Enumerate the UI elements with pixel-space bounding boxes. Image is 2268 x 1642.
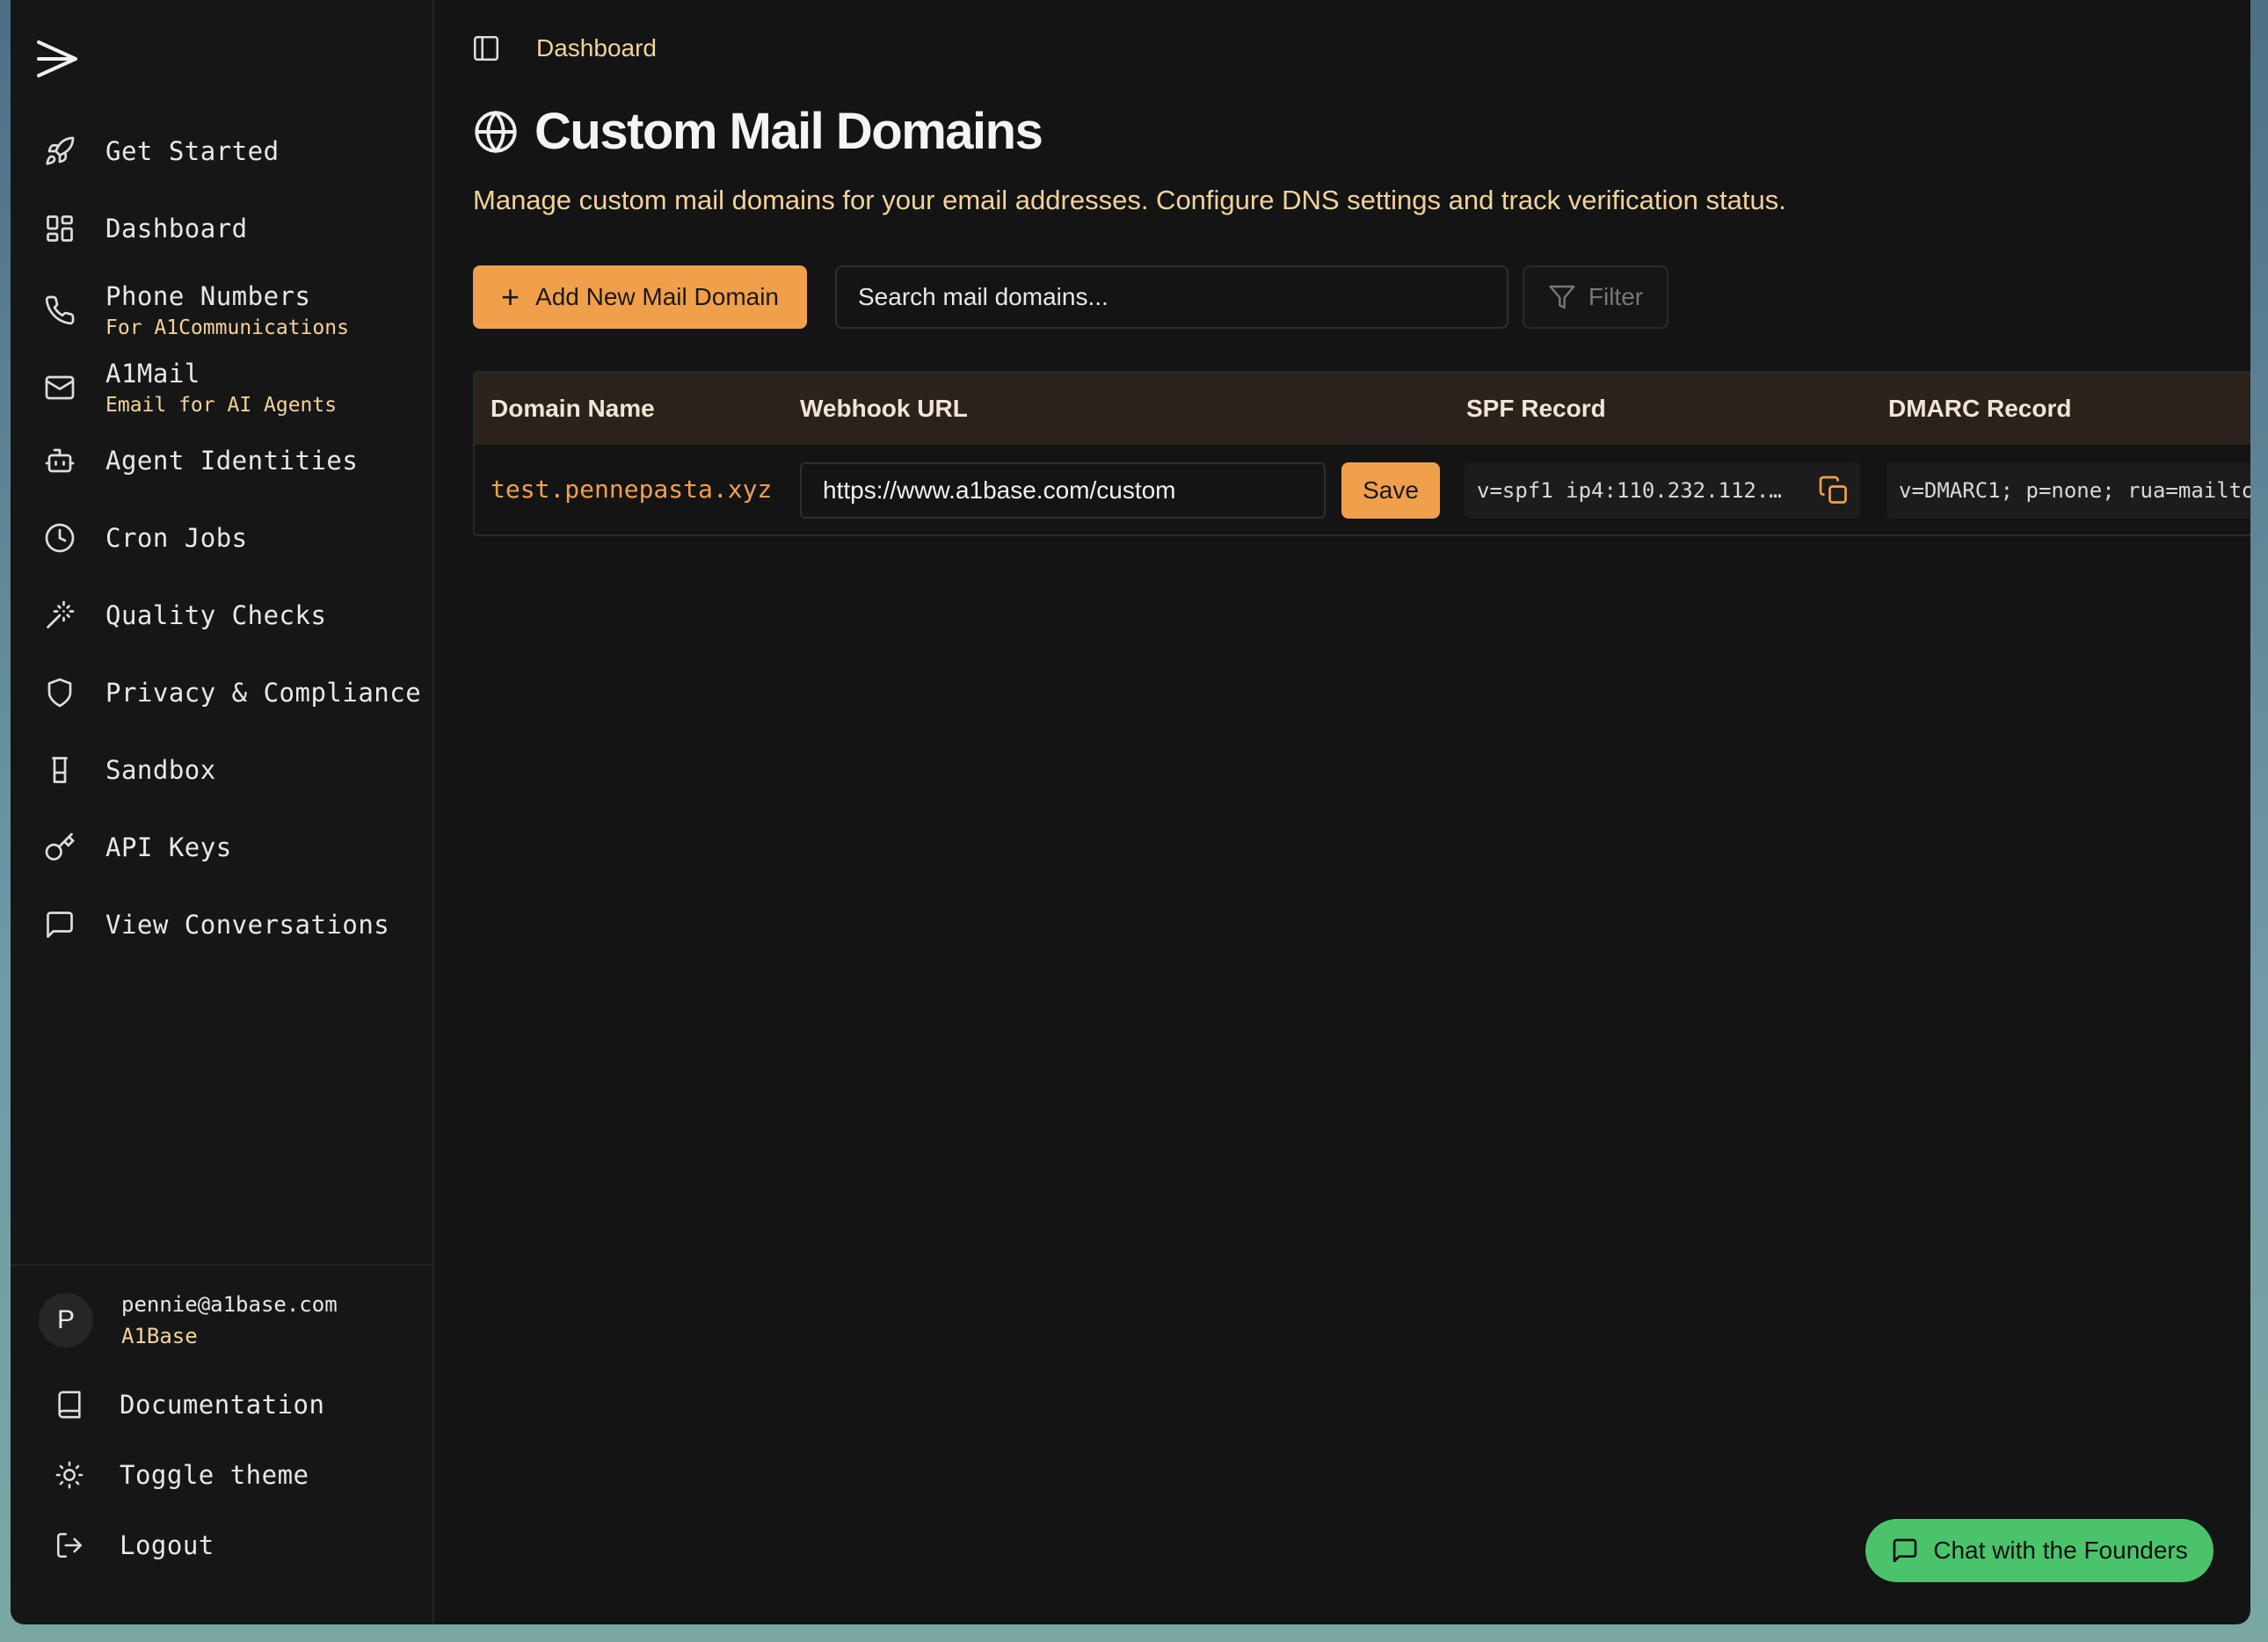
- domain-name-link[interactable]: test.pennepasta.xyz: [491, 475, 772, 504]
- clock-icon: [44, 522, 76, 554]
- sidebar-item-agent-identities[interactable]: Agent Identities: [44, 434, 413, 487]
- beaker-icon: [44, 754, 76, 786]
- toolbar: + Add New Mail Domain Filter: [473, 265, 1668, 329]
- sidebar-item-a1mail[interactable]: A1Mail Email for AI Agents: [44, 357, 413, 418]
- breadcrumb[interactable]: Dashboard: [536, 34, 657, 62]
- sidebar-item-sandbox[interactable]: Sandbox: [44, 744, 413, 796]
- sidebar-item-sublabel: Email for AI Agents: [105, 394, 338, 417]
- add-mail-domain-label: Add New Mail Domain: [535, 283, 780, 310]
- sidebar-item-label: View Conversations: [105, 910, 390, 940]
- sidebar-item-get-started[interactable]: Get Started: [44, 125, 413, 178]
- mail-icon: [44, 372, 76, 403]
- sidebar-item-label: Quality Checks: [105, 600, 327, 630]
- chat-label: Chat with the Founders: [1933, 1537, 2188, 1564]
- plus-icon: +: [500, 279, 520, 315]
- toggle-theme-label: Toggle theme: [120, 1460, 309, 1490]
- page-title: Custom Mail Domains: [534, 103, 1043, 160]
- magic-wand-icon: [44, 599, 76, 631]
- toggle-theme-button[interactable]: Toggle theme: [55, 1449, 406, 1501]
- sidebar-item-privacy-compliance[interactable]: Privacy & Compliance: [44, 666, 421, 719]
- book-icon: [55, 1390, 84, 1420]
- sidebar-item-label: Dashboard: [105, 214, 248, 243]
- column-header-dmarc[interactable]: DMARC Record: [1888, 373, 2071, 445]
- page-subtitle: Manage custom mail domains for your emai…: [473, 185, 1786, 215]
- spf-record-value: v=spf1 ip4:110.232.112.…: [1477, 478, 1782, 503]
- logout-label: Logout: [120, 1530, 214, 1560]
- sidebar-item-phone-numbers[interactable]: Phone Numbers For A1Communications: [44, 280, 413, 341]
- dmarc-record-value: v=DMARC1; p=none; rua=mailto:: [1899, 478, 2250, 503]
- sidebar-divider: [11, 1264, 433, 1266]
- documentation-label: Documentation: [120, 1390, 325, 1420]
- dashboard-grid-icon: [44, 213, 76, 244]
- logout-icon: [55, 1530, 84, 1560]
- sidebar-item-cron-jobs[interactable]: Cron Jobs: [44, 512, 413, 564]
- globe-icon: [473, 109, 519, 155]
- save-webhook-button[interactable]: Save: [1341, 462, 1440, 519]
- page-heading: Custom Mail Domains: [473, 102, 1043, 161]
- mail-domains-table: Domain Name Webhook URL SPF Record DMARC…: [473, 371, 2250, 536]
- sidebar-item-label: Privacy & Compliance: [105, 678, 422, 708]
- sun-icon: [55, 1460, 84, 1490]
- webhook-url-input[interactable]: [800, 462, 1326, 519]
- filter-label: Filter: [1588, 283, 1644, 310]
- phone-icon: [44, 294, 76, 326]
- message-square-icon: [1893, 1538, 1917, 1563]
- rocket-icon: [44, 135, 76, 167]
- search-input[interactable]: [835, 265, 1508, 329]
- sidebar-item-label: A1Mail: [105, 359, 200, 389]
- chat-with-founders-button[interactable]: Chat with the Founders: [1865, 1519, 2213, 1582]
- sidebar-toggle-icon[interactable]: [471, 33, 501, 63]
- a1base-logo-icon[interactable]: [35, 37, 79, 81]
- column-header-domain[interactable]: Domain Name: [491, 373, 655, 445]
- sidebar-item-api-keys[interactable]: API Keys: [44, 821, 413, 874]
- sidebar: Get Started Dashboard Phone Numbers For …: [11, 0, 434, 1624]
- main-content: Dashboard Custom Mail Domains Manage cus…: [434, 0, 2250, 1624]
- user-profile[interactable]: P pennie@a1base.com A1Base: [39, 1292, 338, 1348]
- documentation-link[interactable]: Documentation: [55, 1378, 406, 1431]
- shield-icon: [44, 677, 76, 708]
- sidebar-item-label: Sandbox: [105, 755, 216, 785]
- topbar: Dashboard: [471, 33, 657, 63]
- dmarc-record-field: v=DMARC1; p=none; rua=mailto:: [1886, 462, 2250, 519]
- filter-icon: [1549, 285, 1575, 309]
- filter-button[interactable]: Filter: [1523, 265, 1668, 329]
- column-header-spf[interactable]: SPF Record: [1466, 373, 1606, 445]
- sidebar-item-label: Cron Jobs: [105, 523, 248, 553]
- sidebar-item-label: Phone Numbers: [105, 281, 311, 311]
- user-email: pennie@a1base.com: [121, 1292, 338, 1317]
- spf-record-field: v=spf1 ip4:110.232.112.…: [1465, 462, 1860, 519]
- logout-button[interactable]: Logout: [55, 1519, 406, 1572]
- user-org: A1Base: [121, 1324, 198, 1348]
- app-window: Get Started Dashboard Phone Numbers For …: [11, 0, 2250, 1624]
- sidebar-item-quality-checks[interactable]: Quality Checks: [44, 589, 413, 642]
- key-icon: [44, 832, 76, 863]
- sidebar-item-label: Agent Identities: [105, 446, 359, 476]
- copy-icon[interactable]: [1818, 475, 1850, 506]
- sidebar-item-sublabel: For A1Communications: [105, 316, 349, 339]
- sidebar-item-label: API Keys: [105, 832, 232, 862]
- table-row: test.pennepasta.xyz Save v=spf1 ip4:110.…: [475, 445, 2250, 534]
- sidebar-item-dashboard[interactable]: Dashboard: [44, 202, 413, 255]
- sidebar-item-label: Get Started: [105, 136, 280, 166]
- add-mail-domain-button[interactable]: + Add New Mail Domain: [473, 265, 807, 329]
- column-header-webhook[interactable]: Webhook URL: [800, 373, 968, 445]
- table-header: Domain Name Webhook URL SPF Record DMARC…: [475, 373, 2250, 445]
- avatar: P: [39, 1293, 93, 1348]
- sidebar-item-view-conversations[interactable]: View Conversations: [44, 898, 413, 951]
- robot-icon: [44, 445, 76, 476]
- message-square-icon: [44, 909, 76, 941]
